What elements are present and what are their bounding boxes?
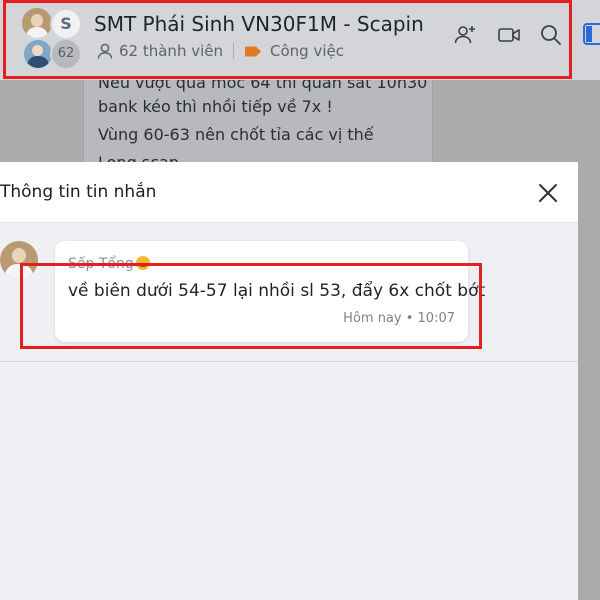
members-label[interactable]: 62 thành viên — [119, 42, 223, 60]
video-call-icon — [498, 28, 520, 42]
chat-area-background: Nếu vượt qua mốc 64 thì quan sát 10h30 b… — [0, 80, 600, 162]
search-button[interactable] — [538, 22, 564, 48]
sender-name: Sếp Tổng — [68, 255, 150, 273]
group-logo-icon: S — [50, 8, 82, 40]
dialog-title: Thông tin tin nhắn — [0, 182, 157, 202]
message-preview: Sếp Tổng về biên dưới 54-57 lại nhồi sl … — [0, 223, 578, 362]
add-member-button[interactable] — [452, 22, 478, 48]
video-call-button[interactable] — [496, 22, 522, 48]
smile-emoji-icon — [135, 256, 150, 270]
sender-avatar[interactable] — [0, 241, 38, 279]
person-icon — [97, 43, 113, 59]
message-line: Vùng 60-63 nên chốt tỉa các vị thế — [98, 125, 374, 144]
message-timestamp: Hôm nay • 10:07 — [343, 311, 455, 326]
message-line: bank kéo thì nhồi tiếp về 7x ! — [98, 97, 333, 116]
message-bubble[interactable]: Sếp Tổng về biên dưới 54-57 lại nhồi sl … — [55, 241, 485, 342]
close-icon[interactable] — [536, 181, 560, 205]
member-avatar — [20, 6, 54, 40]
message-text: về biên dưới 54-57 lại nhồi sl 53, đẩy 6… — [68, 281, 486, 301]
message-info-dialog: Thông tin tin nhắn Sếp Tổng về biên dưới… — [0, 162, 578, 600]
group-meta: 62 thành viên Công việc — [96, 40, 344, 62]
divider — [233, 43, 234, 59]
message-line: Long scap — [98, 152, 179, 162]
chat-header: S 62 SMT Phái Sinh VN30F1M - Scaping 62 … — [0, 0, 600, 80]
search-icon — [541, 25, 561, 45]
group-title[interactable]: SMT Phái Sinh VN30F1M - Scaping — [94, 10, 424, 38]
message-line: Nếu vượt qua mốc 64 thì quan sát 10h30 — [98, 80, 428, 92]
tag-icon — [245, 46, 261, 56]
group-avatar[interactable]: S 62 — [20, 6, 82, 70]
add-member-icon — [454, 26, 475, 44]
tag-label[interactable]: Công việc — [270, 42, 344, 60]
dialog-header: Thông tin tin nhắn — [0, 162, 578, 223]
member-count-badge: 62 — [50, 38, 82, 70]
dialog-empty-area — [0, 362, 578, 600]
sidebar-toggle-icon[interactable] — [582, 22, 600, 46]
